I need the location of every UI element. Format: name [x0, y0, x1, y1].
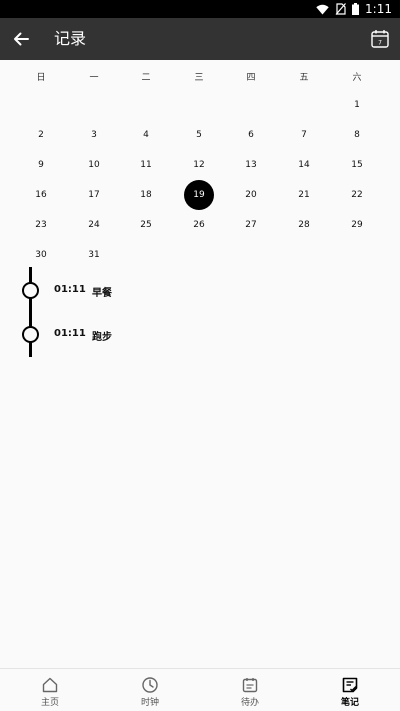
calendar-day[interactable]: 29 — [342, 210, 372, 240]
no-sim-icon — [335, 3, 347, 15]
page-title: 记录 — [54, 29, 87, 48]
weekday-header: 日一二三四五六 — [0, 60, 400, 90]
calendar-day[interactable]: 10 — [79, 150, 109, 180]
calendar-week-row: 9 10 11 12 13 14 15 — [0, 150, 400, 180]
record-item[interactable]: 01:11 早餐 — [0, 280, 400, 300]
calendar-day[interactable]: 28 — [289, 210, 319, 240]
weekday-label: 三 — [194, 73, 204, 83]
calendar-icon-day: 7 — [378, 40, 382, 47]
calendar-day[interactable]: 13 — [236, 150, 266, 180]
weekday-label: 四 — [246, 73, 256, 83]
calendar-button[interactable]: 7 — [370, 28, 390, 50]
bottom-nav: 主页 时钟 待办 笔记 — [0, 668, 400, 711]
calendar-week-row: 16 17 18 19 20 21 22 — [0, 180, 400, 210]
calendar-day[interactable]: 31 — [79, 240, 109, 270]
clock-icon — [142, 677, 158, 693]
calendar-day[interactable]: 30 — [26, 240, 56, 270]
todo-icon — [242, 678, 258, 693]
record-text: 跑步 — [92, 332, 112, 343]
arrow-left-icon — [14, 32, 29, 46]
record-time: 01:11 — [54, 328, 86, 339]
timeline-dot — [22, 282, 39, 299]
calendar-day[interactable]: 25 — [131, 210, 161, 240]
nav-item[interactable]: 时钟 — [100, 669, 200, 711]
timeline-dot — [22, 326, 39, 343]
status-bar: 1:11 — [0, 0, 400, 18]
calendar-day[interactable]: 16 — [26, 180, 56, 210]
weekday-label: 二 — [141, 73, 151, 83]
calendar-day[interactable]: 7 — [289, 120, 319, 150]
calendar-day[interactable]: 6 — [236, 120, 266, 150]
calendar-day[interactable]: 9 — [26, 150, 56, 180]
calendar-day[interactable]: 20 — [236, 180, 266, 210]
calendar-day[interactable]: 3 — [79, 120, 109, 150]
record-item[interactable]: 01:11 跑步 — [0, 324, 400, 344]
nav-item[interactable]: 笔记 — [300, 669, 400, 711]
calendar-day[interactable]: 24 — [79, 210, 109, 240]
calendar-week-row: 1 — [0, 90, 400, 120]
calendar-day[interactable]: 27 — [236, 210, 266, 240]
nav-item[interactable]: 主页 — [0, 669, 100, 711]
calendar-day[interactable]: 8 — [342, 120, 372, 150]
calendar-day[interactable]: 14 — [289, 150, 319, 180]
battery-icon — [352, 3, 360, 15]
weekday-label: 五 — [299, 73, 309, 83]
calendar-day[interactable]: 22 — [342, 180, 372, 210]
weekday-label: 日 — [36, 73, 46, 83]
app-bar: 记录 7 — [0, 18, 400, 60]
home-icon — [42, 677, 58, 693]
month-calendar: 日一二三四五六 1 2 3 4 5 6 7 8 9 10 11 12 13 14 15 16 17 18 19 20 2… — [0, 60, 400, 270]
calendar-day-selected[interactable]: 19 — [184, 180, 214, 210]
nav-item[interactable]: 待办 — [200, 669, 300, 711]
calendar-week-row: 2345678 — [0, 120, 400, 150]
calendar-day[interactable]: 18 — [131, 180, 161, 210]
weekday-label: 一 — [89, 73, 99, 83]
wifi-icon — [316, 4, 329, 14]
nav-label: 待办 — [240, 698, 259, 708]
calendar-day[interactable]: 5 — [184, 120, 214, 150]
calendar-week-row: 23 24 25 26 27 28 29 — [0, 210, 400, 240]
calendar-day[interactable]: 11 — [131, 150, 161, 180]
calendar-day[interactable]: 4 — [131, 120, 161, 150]
note-icon — [342, 677, 358, 693]
back-button[interactable] — [10, 28, 32, 50]
record-timeline: 01:11 早餐 01:11 跑步 — [0, 267, 400, 357]
calendar-day[interactable]: 12 — [184, 150, 214, 180]
calendar-icon: 7 — [371, 30, 389, 48]
calendar-day[interactable]: 17 — [79, 180, 109, 210]
calendar-day[interactable]: 1 — [342, 90, 372, 120]
status-time: 1:11 — [365, 2, 392, 16]
nav-label: 时钟 — [140, 698, 159, 708]
calendar-week-row: 30 31 — [0, 240, 400, 270]
weekday-label: 六 — [352, 73, 362, 83]
record-text: 早餐 — [92, 288, 112, 299]
calendar-day[interactable]: 26 — [184, 210, 214, 240]
nav-label: 主页 — [40, 698, 59, 708]
nav-label: 笔记 — [340, 698, 359, 708]
calendar-day[interactable]: 15 — [342, 150, 372, 180]
record-time: 01:11 — [54, 284, 86, 295]
calendar-day[interactable]: 23 — [26, 210, 56, 240]
calendar-day[interactable]: 21 — [289, 180, 319, 210]
calendar-day[interactable]: 2 — [26, 120, 56, 150]
